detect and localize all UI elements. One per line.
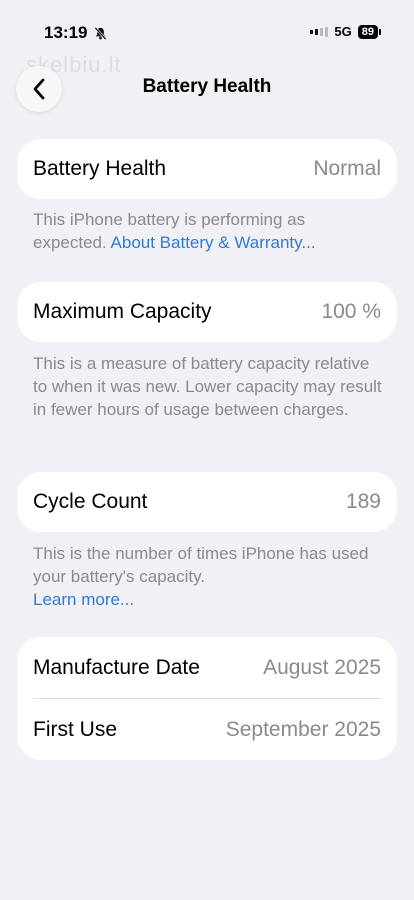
time-text: 13:19 bbox=[44, 23, 88, 42]
cycle-count-card: Cycle Count 189 bbox=[17, 472, 397, 532]
about-battery-warranty-link[interactable]: About Battery & Warranty... bbox=[111, 233, 316, 252]
cycle-count-row: Cycle Count 189 bbox=[17, 472, 397, 532]
cycle-count-footnote: This is the number of times iPhone has u… bbox=[33, 542, 383, 611]
manufacture-date-row: Manufacture Date August 2025 bbox=[17, 637, 397, 698]
screen: 13:19 5G 89 skelbiu.lt Battery Health Ba… bbox=[0, 0, 414, 900]
cycle-count-value: 189 bbox=[345, 490, 381, 513]
maximum-capacity-footnote: This is a measure of battery capacity re… bbox=[33, 354, 382, 419]
maximum-capacity-label: Maximum Capacity bbox=[33, 300, 212, 323]
first-use-value: September 2025 bbox=[225, 717, 381, 741]
manufacture-date-value: August 2025 bbox=[263, 655, 381, 679]
battery-health-value: Normal bbox=[313, 157, 381, 180]
cellular-signal-icon bbox=[310, 26, 329, 37]
cycle-count-label: Cycle Count bbox=[33, 490, 148, 513]
maximum-capacity-value: 100 % bbox=[321, 300, 381, 323]
status-time: 13:19 bbox=[44, 23, 108, 43]
dates-card: Manufacture Date August 2025 First Use S… bbox=[17, 637, 397, 760]
bell-slash-icon bbox=[94, 26, 108, 40]
battery-health-row: Battery Health Normal bbox=[17, 139, 397, 199]
battery-health-label: Battery Health bbox=[33, 157, 167, 180]
status-indicators: 5G 89 bbox=[310, 24, 382, 39]
nav-bar: Battery Health bbox=[0, 62, 414, 112]
cycle-count-description: This is the number of times iPhone has u… bbox=[33, 544, 369, 586]
battery-health-footnote: This iPhone battery is performing as exp… bbox=[33, 208, 383, 254]
battery-icon: 89 bbox=[357, 24, 382, 39]
manufacture-date-label: Manufacture Date bbox=[33, 655, 200, 679]
first-use-row: First Use September 2025 bbox=[17, 699, 397, 760]
maximum-capacity-row: Maximum Capacity 100 % bbox=[17, 282, 397, 342]
maximum-capacity-card: Maximum Capacity 100 % bbox=[17, 282, 397, 342]
page-title: Battery Health bbox=[142, 76, 272, 97]
network-type: 5G bbox=[334, 24, 352, 39]
first-use-label: First Use bbox=[33, 717, 117, 741]
learn-more-link[interactable]: Learn more... bbox=[33, 590, 134, 609]
status-bar: 13:19 5G 89 bbox=[0, 0, 414, 60]
battery-health-card: Battery Health Normal bbox=[17, 139, 397, 199]
